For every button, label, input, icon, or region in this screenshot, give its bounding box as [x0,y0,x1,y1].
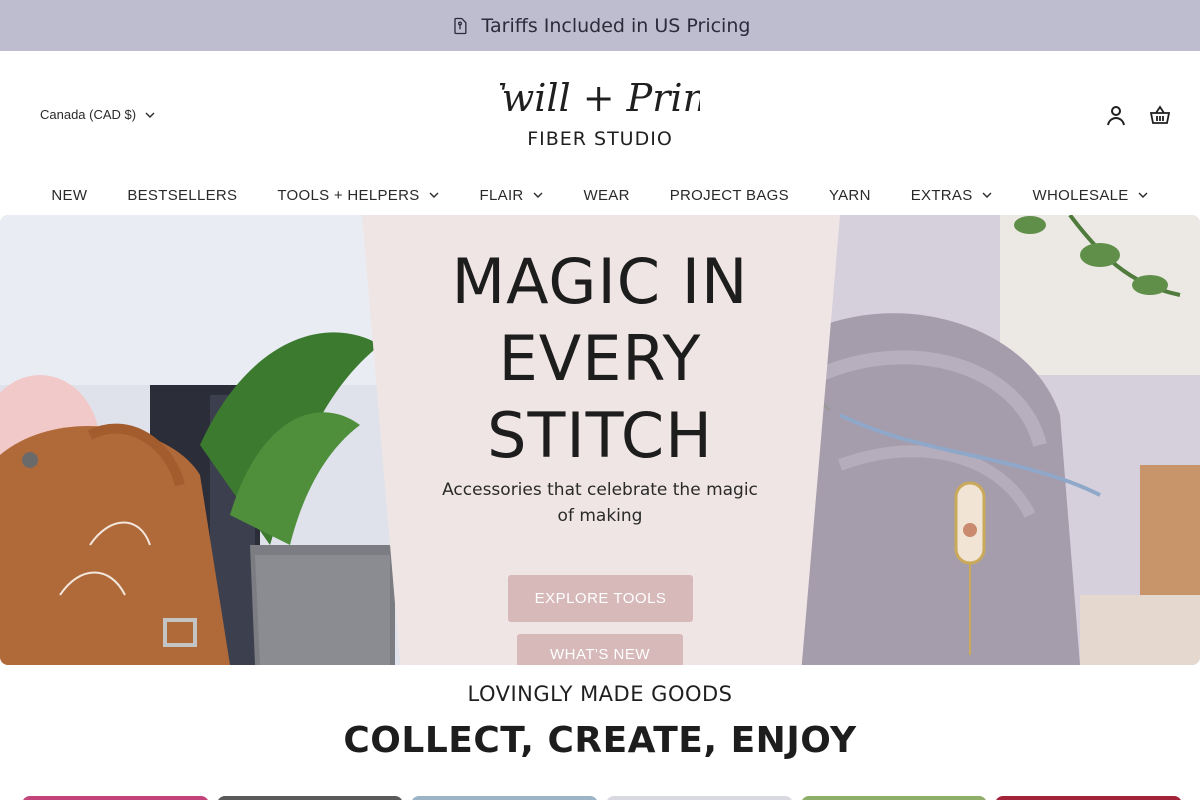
nav-item-tools-helpers[interactable]: TOOLS + HELPERS [277,187,439,204]
nav-item-project-bags[interactable]: PROJECT BAGS [670,187,789,204]
hero-title: MAGIC IN EVERY STITCH [400,243,800,474]
product-grid [22,796,1183,800]
hero-image-right [800,215,1200,665]
product-card[interactable] [411,796,599,800]
section-title: COLLECT, CREATE, ENJOY [343,720,857,761]
announcement-text: Tariffs Included in US Pricing [481,14,751,37]
chevron-down-icon [1138,192,1148,198]
hero-title-line: STITCH [487,399,713,472]
nav-item-label: FLAIR [479,186,524,204]
svg-text:Twill + Print: Twill + Print [500,76,700,120]
hero-title-line: MAGIC IN [451,245,749,318]
nav-item-label: BESTSELLERS [127,186,238,204]
nav-item-label: NEW [51,186,88,204]
hero-banner: MAGIC IN EVERY STITCH Accessories that c… [0,215,1200,665]
hero-title-line: EVERY [498,322,702,395]
explore-tools-button[interactable]: EXPLORE TOOLS [508,575,693,622]
chevron-down-icon [429,192,439,198]
chevron-down-icon [533,192,543,198]
announcement-bar: Tariffs Included in US Pricing [0,0,1200,51]
product-card[interactable] [995,796,1183,800]
nav-item-label: EXTRAS [910,186,973,204]
nav-item-flair[interactable]: FLAIR [480,187,544,204]
site-header: Canada (CAD $) Twill + Print FIBER STUDI… [0,51,1200,176]
product-card[interactable] [800,796,988,800]
nav-item-wear[interactable]: WEAR [584,187,630,204]
nav-item-label: WHOLESALE [1032,186,1129,204]
nav-item-new[interactable]: NEW [51,187,87,204]
main-nav: NEW BESTSELLERS TOOLS + HELPERS FLAIR WE… [0,176,1200,214]
button-label: EXPLORE TOOLS [534,590,667,607]
nav-item-label: YARN [828,186,871,204]
product-card[interactable] [22,796,209,800]
country-selector[interactable]: Canada (CAD $) [40,107,156,122]
section-eyebrow: LOVINGLY MADE GOODS [467,682,733,706]
product-card[interactable] [216,796,404,800]
nav-item-label: WEAR [583,186,630,204]
hero-image-left [0,215,400,665]
chevron-down-icon [145,112,155,118]
nav-item-label: TOOLS + HELPERS [277,186,420,204]
product-card[interactable] [606,796,793,800]
country-label: Canada (CAD $) [40,107,137,122]
whats-new-button[interactable]: WHAT'S NEW [517,634,683,665]
hero-subtitle: Accessories that celebrate the magic of … [442,480,758,526]
basket-icon[interactable] [1148,103,1172,127]
nav-item-extras[interactable]: EXTRAS [911,187,993,204]
nav-item-yarn[interactable]: YARN [829,187,871,204]
svg-text:FIBER STUDIO: FIBER STUDIO [527,128,673,150]
nav-item-wholesale[interactable]: WHOLESALE [1033,187,1149,204]
nav-item-label: PROJECT BAGS [669,186,789,204]
site-logo[interactable]: Twill + Print FIBER STUDIO [500,73,700,153]
button-label: WHAT'S NEW [549,645,651,663]
chevron-down-icon [982,192,992,198]
account-icon[interactable] [1104,103,1128,127]
tag-icon [453,17,467,34]
nav-item-bestsellers[interactable]: BESTSELLERS [127,187,237,204]
